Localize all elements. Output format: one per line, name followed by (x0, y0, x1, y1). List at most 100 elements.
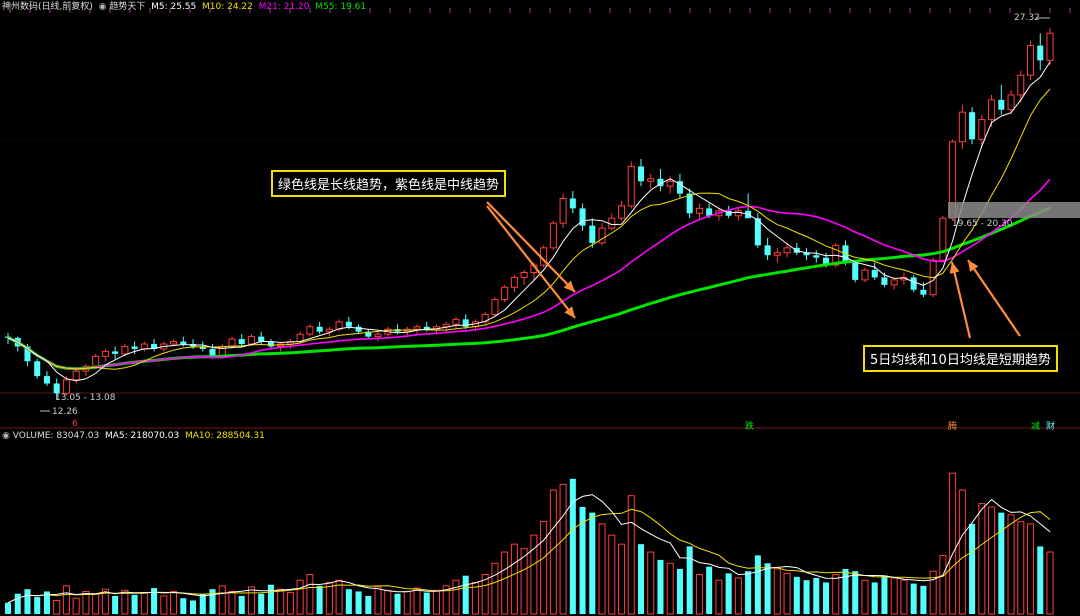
candle-body (852, 262, 859, 280)
volume-bar (666, 562, 674, 615)
ma21-label: M21: 21.20 (258, 2, 310, 12)
moving-average-lines (7, 61, 1051, 382)
volume-bar (617, 543, 626, 615)
candle-body (890, 279, 898, 286)
volume-bar (1027, 523, 1035, 615)
volume-bar (549, 489, 557, 615)
arrow-to-ma10 (967, 259, 1021, 337)
candle-body (783, 247, 791, 254)
volume-bar (316, 585, 323, 614)
volume-bar (949, 472, 957, 615)
volume-bar (131, 594, 138, 614)
candle-body (764, 245, 771, 256)
volume-bar (647, 551, 655, 615)
volume-bar (491, 562, 499, 615)
annotation-long-mid-trend: 绿色线是长线趋势，紫色线是中线趋势 (271, 170, 507, 197)
volume-bar (842, 568, 849, 614)
chart-header: 神州数码(日线,前复权) ◉ 趋势天下 M5: 25.55 M10: 24.22… (2, 1, 366, 13)
volume-bar (170, 590, 178, 615)
volume-bar (822, 582, 830, 614)
volume-bar (871, 582, 878, 614)
candle-body (666, 180, 674, 187)
candle-body (510, 276, 518, 288)
volume-bar (199, 593, 206, 614)
volume-bar (365, 595, 372, 614)
candle-body (988, 99, 996, 121)
ma5-line (7, 61, 1051, 382)
volume-bar (920, 585, 927, 614)
volume-bar (190, 600, 197, 614)
volume-bar (140, 592, 148, 615)
volume-bar (637, 544, 645, 614)
volume-bar (277, 588, 285, 615)
candles (4, 27, 1054, 400)
ma21-line (7, 178, 1051, 370)
volume-bar (695, 574, 703, 615)
event-mark-finance[interactable]: 财 (1046, 419, 1055, 432)
candle-body (452, 318, 460, 325)
candle-body (140, 343, 148, 350)
price-low-label: 12.26 (52, 407, 78, 417)
volume-bar (803, 580, 810, 614)
candle-body (939, 217, 947, 261)
price-range-band (948, 202, 1080, 218)
ma5-label: M5: 25.55 (151, 2, 197, 12)
candle-body (881, 277, 888, 285)
volume-bar (228, 590, 236, 615)
candlestick-chart (0, 8, 1080, 615)
volume-bar (813, 577, 820, 614)
candle-body (813, 255, 820, 258)
volume-bar (34, 597, 41, 614)
candle-body (491, 299, 499, 315)
candle-body (608, 217, 616, 229)
candle-body (101, 350, 109, 357)
volume-bar (969, 523, 976, 614)
candle-body (180, 341, 187, 345)
volume-bar (62, 585, 70, 615)
volume-bar (112, 595, 119, 614)
volume-bar (258, 593, 265, 614)
candle-body (1037, 45, 1044, 61)
volume-bar (608, 534, 616, 615)
candle-body (53, 383, 60, 394)
volume-bar (598, 523, 606, 615)
volume-bar (657, 559, 664, 614)
candle-body (998, 99, 1005, 110)
volume-bar (890, 577, 898, 615)
volume-bar (861, 579, 869, 615)
volume-bar (345, 589, 352, 614)
volume-bar (4, 602, 12, 614)
event-mark-rise[interactable]: 腾 (948, 419, 957, 432)
volume-bar (715, 579, 723, 615)
volume-header: ◉ VOLUME: 83047.03 MA5: 218070.03 MA10: … (2, 430, 265, 442)
arrow-to-ma5-head (949, 262, 960, 274)
event-mark-fall[interactable]: 跌 (745, 419, 754, 432)
volume-bar (296, 579, 304, 615)
volume-bar (764, 563, 771, 614)
volume-bar (72, 597, 80, 615)
candle-body (131, 346, 138, 349)
indicator-name[interactable]: 趋势天下 (109, 2, 145, 12)
candle-body (647, 178, 655, 182)
candle-body (34, 361, 41, 377)
volume-bar (793, 576, 800, 614)
candle-body (316, 326, 323, 332)
indicator-dot-icon: ◉ (95, 2, 107, 12)
grid-lines (0, 8, 1080, 601)
volume-bar (745, 571, 752, 614)
volume-bar (510, 543, 518, 615)
event-mark-reduce[interactable]: 减 (1031, 419, 1040, 432)
candle-body (258, 336, 265, 342)
candle-body (920, 289, 927, 295)
candle-body (374, 333, 382, 338)
volume-bar (540, 521, 548, 615)
volume-bar (306, 574, 314, 615)
volume-bar (24, 589, 31, 614)
volume-title: VOLUME: 83047.03 (12, 431, 100, 441)
candle-body (695, 207, 703, 214)
volume-bar (754, 555, 761, 614)
volume-bar (218, 585, 226, 615)
candle-body (72, 370, 80, 381)
candle-body (121, 345, 129, 355)
volume-bar (462, 575, 469, 614)
